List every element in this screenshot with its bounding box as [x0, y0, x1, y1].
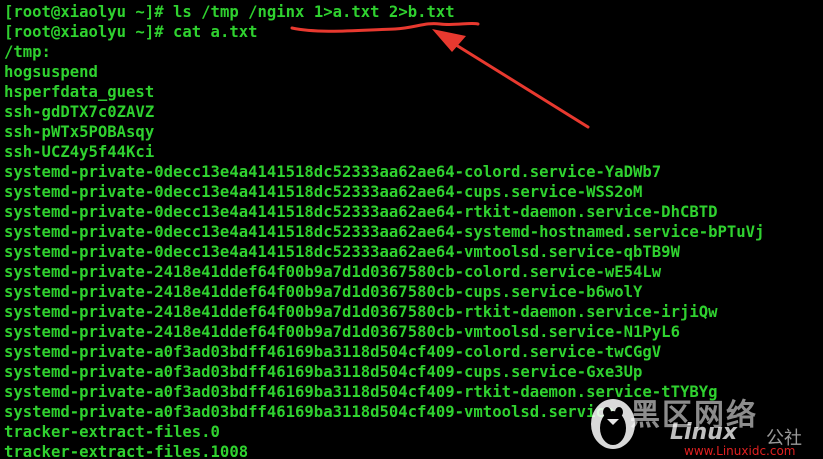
output-line: systemd-private-a0f3ad03bdff46169ba3118d… [4, 403, 624, 421]
shell-prompt: [root@xiaolyu ~]# [4, 23, 173, 41]
command-underline [290, 21, 480, 33]
prompt-line: [root@xiaolyu ~]# cat a.txt [4, 22, 258, 42]
output-line: systemd-private-2418e41ddef64f00b9a7d1d0… [4, 263, 662, 281]
arrow-shaft-icon [446, 38, 590, 129]
output-line: systemd-private-a0f3ad03bdff46169ba3118d… [4, 343, 662, 361]
output-line: systemd-private-a0f3ad03bdff46169ba3118d… [4, 363, 643, 381]
watermark: 黑区网络 Linux 公社 www.Linuxidc.com [588, 388, 823, 459]
terminal-window[interactable]: [root@xiaolyu ~]# ls /tmp /nginx 1>a.txt… [0, 0, 823, 459]
output-line: ssh-gdDTX7c0ZAVZ [4, 103, 155, 121]
output-line: ssh-pWTx5POBAsqy [4, 123, 155, 141]
output-line: systemd-private-2418e41ddef64f00b9a7d1d0… [4, 303, 718, 321]
output-line: systemd-private-0decc13e4a4141518dc52333… [4, 183, 643, 201]
output-line: ssh-UCZ4y5f44Kci [4, 143, 155, 161]
watermark-url: www.Linuxidc.com [684, 444, 796, 458]
output-line: hsperfdata_guest [4, 83, 155, 101]
watermark-linux: Linux [670, 420, 738, 445]
output-line: systemd-private-0decc13e4a4141518dc52333… [4, 223, 765, 241]
output-line: systemd-private-0decc13e4a4141518dc52333… [4, 243, 680, 261]
output-line: systemd-private-0decc13e4a4141518dc52333… [4, 163, 662, 181]
output-line: tracker-extract-files.1008 [4, 443, 249, 459]
output-line: systemd-private-2418e41ddef64f00b9a7d1d0… [4, 323, 680, 341]
shell-command: cat a.txt [173, 23, 258, 41]
output-line: /tmp: [4, 43, 51, 61]
shell-command: ls /tmp /nginx 1>a.txt 2>b.txt [173, 3, 455, 21]
shell-prompt: [root@xiaolyu ~]# [4, 3, 173, 21]
output-line: hogsuspend [4, 63, 98, 81]
output-line: tracker-extract-files.0 [4, 423, 220, 441]
output-line: systemd-private-0decc13e4a4141518dc52333… [4, 203, 718, 221]
arrowhead-icon [432, 29, 466, 52]
output-line: systemd-private-2418e41ddef64f00b9a7d1d0… [4, 283, 643, 301]
prompt-line: [root@xiaolyu ~]# ls /tmp /nginx 1>a.txt… [4, 2, 455, 22]
